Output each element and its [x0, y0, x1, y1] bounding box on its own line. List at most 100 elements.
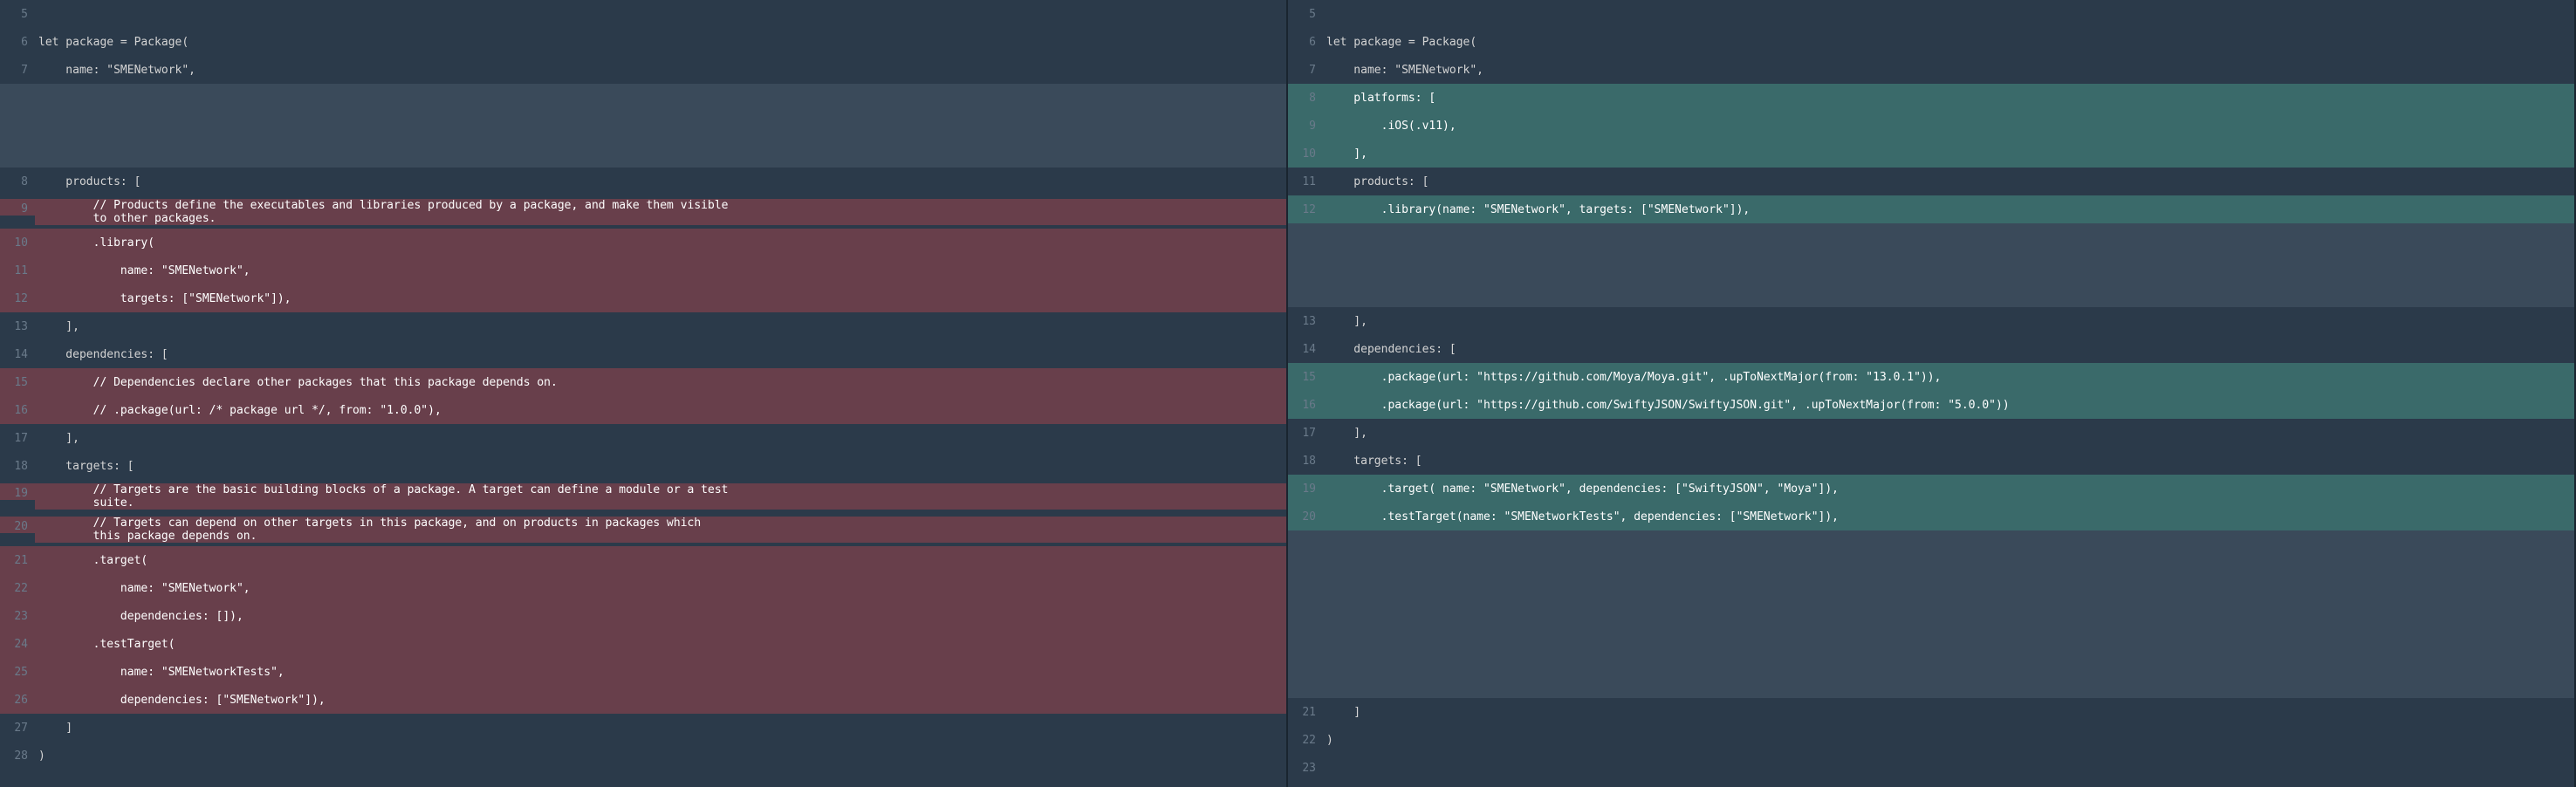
diff-row-right[interactable]: 20 .testTarget(name: "SMENetworkTests", … [1288, 503, 2574, 530]
code-content[interactable] [1323, 223, 2574, 251]
code-content[interactable] [1323, 586, 2574, 614]
diff-row-left[interactable]: 5 [0, 0, 1286, 28]
diff-row-right[interactable] [1288, 530, 2574, 558]
code-content[interactable] [35, 140, 1286, 168]
diff-row-left[interactable]: 15 // Dependencies declare other package… [0, 368, 1286, 396]
code-content[interactable] [35, 112, 1286, 140]
code-content[interactable]: ], [35, 424, 1286, 452]
diff-row-right[interactable] [1288, 614, 2574, 642]
code-content[interactable]: dependencies: [ [1323, 335, 2574, 363]
diff-row-right[interactable]: 8 platforms: [ [1288, 84, 2574, 112]
code-content[interactable]: targets: [ [35, 452, 1286, 480]
diff-row-left[interactable]: 26 dependencies: ["SMENetwork"]), [0, 686, 1286, 714]
diff-row-right[interactable]: 15 .package(url: "https://github.com/Moy… [1288, 363, 2574, 391]
diff-row-left[interactable]: 18 targets: [ [0, 452, 1286, 480]
code-content[interactable]: // Targets are the basic building blocks… [35, 483, 1286, 510]
code-content[interactable] [1323, 279, 2574, 307]
code-content[interactable]: .testTarget( [35, 630, 1286, 658]
diff-row-left[interactable]: 21 .target( [0, 546, 1286, 574]
diff-row-right[interactable]: 21 ] [1288, 698, 2574, 726]
diff-row-right[interactable] [1288, 279, 2574, 307]
diff-row-right[interactable] [1288, 642, 2574, 670]
diff-row-left[interactable]: 11 name: "SMENetwork", [0, 257, 1286, 284]
diff-row-left[interactable]: 19 // Targets are the basic building blo… [0, 480, 1286, 513]
code-content[interactable]: .library( [35, 229, 1286, 257]
code-content[interactable] [35, 84, 1286, 112]
diff-row-left[interactable] [0, 84, 1286, 112]
diff-row-left[interactable]: 27 ] [0, 714, 1286, 742]
code-content[interactable]: name: "SMENetwork", [35, 56, 1286, 84]
code-content[interactable]: .target( [35, 546, 1286, 574]
code-content[interactable] [1323, 530, 2574, 558]
code-content[interactable]: ], [1323, 140, 2574, 168]
diff-row-right[interactable]: 18 targets: [ [1288, 447, 2574, 475]
code-content[interactable]: ], [35, 312, 1286, 340]
code-content[interactable]: name: "SMENetworkTests", [35, 658, 1286, 686]
diff-row-left[interactable]: 25 name: "SMENetworkTests", [0, 658, 1286, 686]
code-content[interactable]: let package = Package( [35, 28, 1286, 56]
diff-row-left[interactable]: 10 .library( [0, 229, 1286, 257]
code-content[interactable] [1323, 558, 2574, 586]
diff-row-left[interactable] [0, 112, 1286, 140]
code-content[interactable]: ) [1323, 726, 2574, 754]
diff-row-left[interactable]: 22 name: "SMENetwork", [0, 574, 1286, 602]
code-content[interactable] [1323, 251, 2574, 279]
diff-right-pane[interactable]: 56let package = Package(7 name: "SMENetw… [1288, 0, 2576, 787]
diff-row-right[interactable]: 12 .library(name: "SMENetwork", targets:… [1288, 195, 2574, 223]
diff-row-left[interactable]: 28) [0, 742, 1286, 770]
diff-row-left[interactable]: 7 name: "SMENetwork", [0, 56, 1286, 84]
diff-row-left[interactable]: 13 ], [0, 312, 1286, 340]
code-content[interactable]: // Products define the executables and l… [35, 199, 1286, 225]
diff-row-right[interactable]: 13 ], [1288, 307, 2574, 335]
diff-row-right[interactable]: 22) [1288, 726, 2574, 754]
code-content[interactable]: // .package(url: /* package url */, from… [35, 396, 1286, 424]
diff-row-left[interactable]: 17 ], [0, 424, 1286, 452]
code-content[interactable]: ] [35, 714, 1286, 742]
diff-row-left[interactable]: 16 // .package(url: /* package url */, f… [0, 396, 1286, 424]
code-content[interactable]: .testTarget(name: "SMENetworkTests", dep… [1323, 503, 2574, 530]
code-content[interactable]: targets: ["SMENetwork"]), [35, 284, 1286, 312]
code-content[interactable]: .package(url: "https://github.com/Swifty… [1323, 391, 2574, 419]
diff-row-right[interactable]: 14 dependencies: [ [1288, 335, 2574, 363]
diff-row-right[interactable]: 6let package = Package( [1288, 28, 2574, 56]
code-content[interactable]: ] [1323, 698, 2574, 726]
code-content[interactable]: // Targets can depend on other targets i… [35, 517, 1286, 543]
diff-row-right[interactable]: 7 name: "SMENetwork", [1288, 56, 2574, 84]
code-content[interactable] [1323, 642, 2574, 670]
diff-row-left[interactable] [0, 140, 1286, 168]
diff-row-right[interactable]: 11 products: [ [1288, 168, 2574, 195]
diff-row-right[interactable] [1288, 223, 2574, 251]
diff-row-left[interactable]: 12 targets: ["SMENetwork"]), [0, 284, 1286, 312]
diff-row-right[interactable] [1288, 670, 2574, 698]
code-content[interactable]: targets: [ [1323, 447, 2574, 475]
diff-row-right[interactable] [1288, 586, 2574, 614]
code-content[interactable]: dependencies: ["SMENetwork"]), [35, 686, 1286, 714]
code-content[interactable]: let package = Package( [1323, 28, 2574, 56]
diff-row-left[interactable]: 14 dependencies: [ [0, 340, 1286, 368]
code-content[interactable]: name: "SMENetwork", [35, 574, 1286, 602]
code-content[interactable]: .iOS(.v11), [1323, 112, 2574, 140]
code-content[interactable]: name: "SMENetwork", [35, 257, 1286, 284]
code-content[interactable]: .package(url: "https://github.com/Moya/M… [1323, 363, 2574, 391]
diff-row-left[interactable]: 23 dependencies: []), [0, 602, 1286, 630]
diff-row-right[interactable]: 19 .target( name: "SMENetwork", dependen… [1288, 475, 2574, 503]
code-content[interactable] [1323, 0, 2574, 28]
code-content[interactable]: .target( name: "SMENetwork", dependencie… [1323, 475, 2574, 503]
diff-row-left[interactable]: 24 .testTarget( [0, 630, 1286, 658]
diff-row-left[interactable]: 9 // Products define the executables and… [0, 195, 1286, 229]
code-content[interactable]: products: [ [1323, 168, 2574, 195]
diff-row-right[interactable]: 9 .iOS(.v11), [1288, 112, 2574, 140]
diff-row-left[interactable]: 6let package = Package( [0, 28, 1286, 56]
diff-row-right[interactable]: 17 ], [1288, 419, 2574, 447]
code-content[interactable] [1323, 614, 2574, 642]
code-content[interactable]: ], [1323, 307, 2574, 335]
code-content[interactable]: name: "SMENetwork", [1323, 56, 2574, 84]
code-content[interactable] [1323, 670, 2574, 698]
diff-row-right[interactable]: 23 [1288, 754, 2574, 782]
code-content[interactable]: .library(name: "SMENetwork", targets: ["… [1323, 195, 2574, 223]
code-content[interactable]: products: [ [35, 168, 1286, 195]
code-content[interactable]: ) [35, 742, 1286, 770]
code-content[interactable]: platforms: [ [1323, 84, 2574, 112]
code-content[interactable]: ], [1323, 419, 2574, 447]
code-content[interactable] [1323, 754, 2574, 782]
